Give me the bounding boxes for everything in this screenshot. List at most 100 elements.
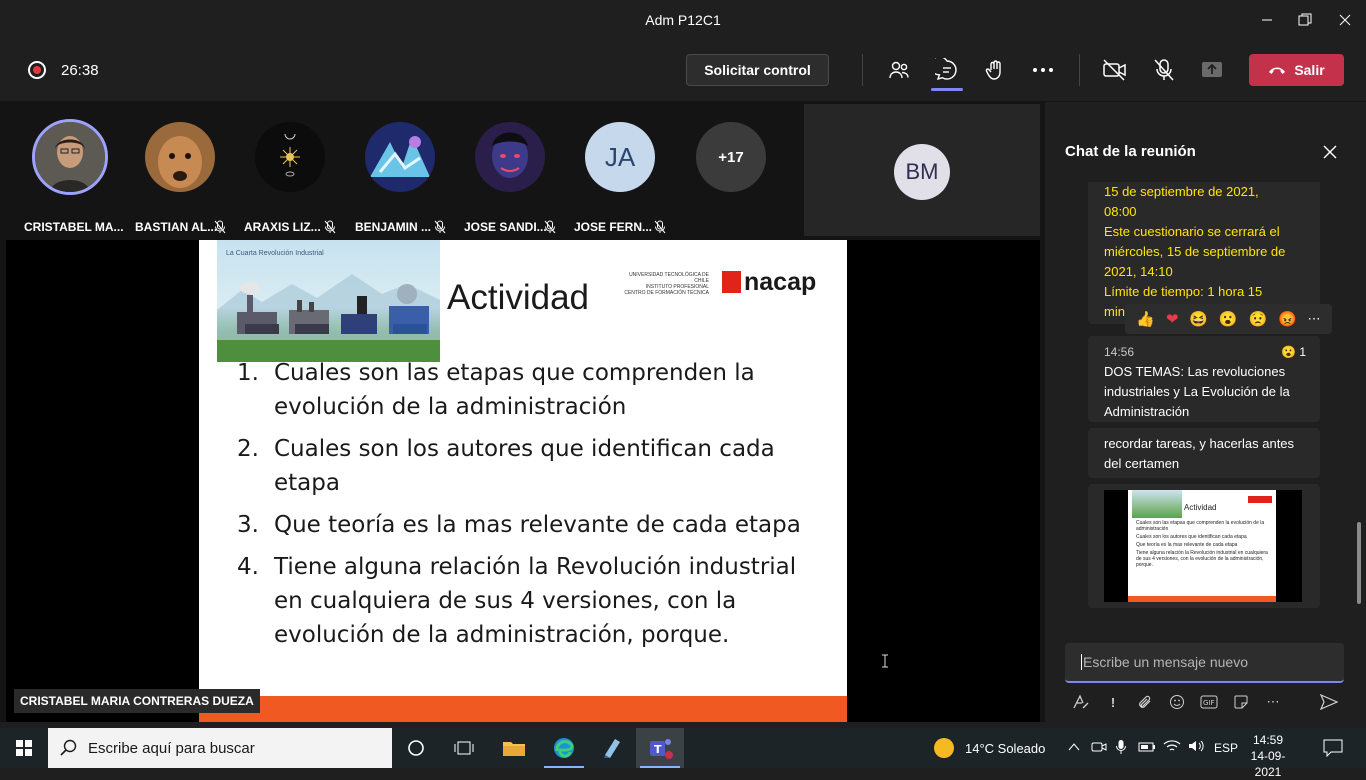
close-window-button[interactable] (1325, 6, 1365, 34)
minimize-button[interactable] (1247, 6, 1287, 34)
slide-footer-bar (199, 696, 847, 722)
like-reaction-icon[interactable]: 👍 (1136, 310, 1155, 328)
file-explorer-icon[interactable] (490, 728, 538, 768)
participant-tile[interactable]: JOSE SANDI... (455, 122, 565, 234)
chat-message[interactable]: recordar tareas, y hacerlas antes del ce… (1088, 428, 1320, 478)
search-icon (60, 739, 77, 756)
chat-message[interactable]: 14:56 😮 1 DOS TEMAS: Las revoluciones in… (1088, 336, 1320, 422)
message-line: 08:00 (1104, 204, 1137, 219)
participants-icon[interactable] (885, 56, 913, 84)
chat-message[interactable]: 15 de septiembre de 2021, 08:00 Este cue… (1088, 182, 1320, 324)
slide-illustration: La Cuarta Revolución Industrial (217, 240, 440, 362)
weather-text[interactable]: 14°C Soleado (965, 741, 1045, 756)
thumbnail-list: Cuales son las etapas que comprenden la … (1136, 520, 1270, 568)
input-language[interactable]: ESP (1214, 741, 1238, 755)
meet-now-icon[interactable] (1091, 740, 1107, 759)
avatar (255, 122, 325, 192)
recording-icon (28, 61, 46, 79)
teams-icon[interactable]: T (636, 728, 684, 768)
notifications-icon[interactable] (1323, 739, 1343, 762)
windows-taskbar: Escribe aquí para buscar T 14°C Soleado … (0, 728, 1366, 779)
chat-scrollbar[interactable] (1357, 522, 1361, 604)
more-reactions-icon[interactable]: ⋯ (1308, 311, 1321, 327)
laugh-reaction-icon[interactable]: 😆 (1189, 310, 1208, 328)
raise-hand-icon[interactable] (981, 56, 1009, 84)
svg-text:T: T (654, 743, 662, 756)
thumbnail-item: Que teoría es la mas relevante de cada e… (1136, 542, 1238, 548)
microphone-icon[interactable] (1115, 739, 1127, 760)
mic-off-icon[interactable] (1150, 56, 1178, 84)
angry-reaction-icon[interactable]: 😡 (1278, 310, 1297, 328)
close-chat-icon[interactable] (1320, 142, 1340, 162)
compose-message-input[interactable]: Escribe un mensaje nuevo (1065, 643, 1344, 683)
thumbnail-item: Cuales son las etapas que comprenden la … (1136, 520, 1265, 532)
more-options-icon[interactable]: ⋯ (1263, 692, 1283, 712)
thumbnail-slide: Actividad Cuales son las etapas que comp… (1128, 490, 1276, 602)
camera-off-icon[interactable] (1101, 56, 1129, 84)
heart-reaction-icon[interactable]: ❤ (1166, 310, 1179, 328)
slide-title: Actividad (447, 278, 590, 317)
meeting-timer: 26:38 (61, 62, 99, 79)
request-control-button[interactable]: Solicitar control (686, 54, 829, 86)
gif-icon[interactable]: GIF (1199, 692, 1219, 712)
emoji-icon[interactable] (1167, 692, 1187, 712)
chat-icon[interactable] (933, 56, 961, 84)
thumbnail-title: Actividad (1184, 503, 1217, 512)
attach-icon[interactable] (1135, 692, 1155, 712)
taskbar-clock[interactable]: 14:59 14-09-2021 (1238, 732, 1298, 780)
reaction-count: 1 (1299, 345, 1306, 359)
presenter-name-label: CRISTABEL MARIA CONTRERAS DUEZA (14, 689, 260, 713)
weather-sun-icon (934, 738, 954, 758)
mic-off-icon (434, 220, 446, 234)
reaction-summary[interactable]: 😮 1 (1281, 342, 1306, 362)
participant-name: JOSE FERN... (574, 220, 653, 234)
cortana-icon[interactable] (392, 728, 440, 768)
share-tray-icon[interactable] (1198, 56, 1226, 84)
avatar (365, 122, 435, 192)
factory-illustration (217, 274, 440, 362)
format-icon[interactable] (1071, 692, 1091, 712)
maximize-button[interactable] (1285, 6, 1325, 34)
chat-image-message[interactable]: Actividad Cuales son las etapas que comp… (1088, 484, 1320, 608)
avatar (145, 122, 215, 192)
sad-reaction-icon[interactable]: 😟 (1248, 310, 1267, 328)
participant-name: BASTIAN AL... (135, 220, 218, 234)
notepad-icon[interactable] (588, 728, 636, 768)
slide-thumbnail: Actividad Cuales son las etapas que comp… (1104, 490, 1302, 602)
volume-icon[interactable] (1188, 739, 1206, 758)
participant-tile[interactable]: CRISTABEL MA... (15, 119, 125, 234)
message-text: recordar tareas, y hacerlas antes del ce… (1104, 436, 1295, 471)
chevron-up-icon[interactable] (1068, 740, 1080, 758)
leave-label: Salir (1294, 62, 1325, 78)
edge-browser-icon[interactable] (540, 728, 588, 768)
more-participants-button[interactable]: +17 (676, 122, 786, 192)
send-icon[interactable] (1319, 692, 1339, 712)
inacap-logo: nacap (720, 268, 825, 298)
battery-icon[interactable] (1138, 740, 1156, 758)
participant-tile[interactable]: JA JOSE FERN... (565, 122, 675, 234)
list-item: 3. Que teoría es la mas relevante de cada… (237, 508, 817, 542)
more-options-icon[interactable] (1029, 56, 1057, 84)
participant-tile[interactable]: ARAXIS LIZ... (235, 122, 345, 234)
important-icon[interactable]: ! (1103, 692, 1123, 712)
participant-tile[interactable]: BASTIAN AL... (125, 122, 235, 234)
avatar (475, 122, 545, 192)
start-button[interactable] (0, 728, 48, 768)
thumbnail-item: Cuales son los autores que identifican c… (1136, 534, 1247, 540)
list-item: 1. Cuales son las etapas que comprenden l… (237, 356, 817, 424)
message-line: miércoles, 15 de septiembre de (1104, 244, 1286, 259)
surprised-reaction-icon[interactable]: 😮 (1219, 310, 1238, 328)
wifi-icon[interactable] (1163, 739, 1181, 758)
svg-text:GIF: GIF (1203, 699, 1215, 707)
participant-video-tile[interactable]: BM (804, 104, 1040, 236)
sticker-icon[interactable] (1231, 692, 1251, 712)
list-item: 2. Cuales son los autores que identifican… (237, 432, 817, 500)
taskbar-search-input[interactable]: Escribe aquí para buscar (48, 728, 392, 768)
task-view-icon[interactable] (440, 728, 488, 768)
mic-off-icon (214, 220, 226, 234)
leave-button[interactable]: Salir (1249, 54, 1344, 86)
meeting-controls-bar: 26:38 Solicitar control Salir (0, 40, 1366, 102)
participant-tile[interactable]: BENJAMIN ... (345, 122, 455, 234)
compose-placeholder: Escribe un mensaje nuevo (1083, 654, 1248, 670)
clock-time: 14:59 (1252, 733, 1284, 747)
